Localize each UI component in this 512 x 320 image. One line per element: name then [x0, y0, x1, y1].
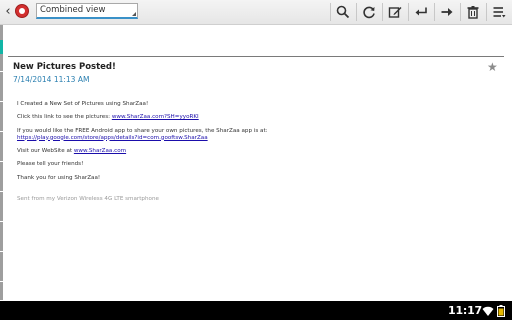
body-text: Click this link to see the pictures:	[17, 114, 112, 121]
wifi-icon	[482, 306, 494, 316]
message-body: I Created a New Set of Pictures using Sh…	[17, 101, 497, 209]
compose-button[interactable]	[384, 2, 406, 22]
toolbar-divider	[408, 3, 409, 21]
toolbar-divider	[460, 3, 461, 21]
refresh-button[interactable]	[358, 2, 380, 22]
list-divider	[0, 221, 3, 222]
action-bar: ‹ Combined view	[0, 0, 512, 25]
body-line: I Created a New Set of Pictures using Sh…	[17, 101, 149, 107]
forward-button[interactable]	[436, 2, 458, 22]
battery-icon	[497, 305, 505, 317]
list-divider	[0, 131, 3, 132]
body-line: Please tell your friends!	[17, 161, 84, 168]
toolbar-divider	[434, 3, 435, 21]
body-line: Thank you for using SharZaa!	[17, 174, 101, 181]
play-store-link[interactable]: https://play.google.com/store/apps/detai…	[17, 135, 208, 141]
list-divider	[0, 191, 3, 192]
body-text: Visit our WebSite at	[17, 147, 74, 154]
list-divider	[0, 251, 3, 252]
refresh-icon	[363, 6, 375, 19]
forward-icon	[441, 8, 453, 16]
pictures-link[interactable]: www.SharZaa.com?SH=yyoRKI	[112, 114, 199, 120]
compose-icon	[388, 7, 402, 18]
toolbar-divider	[330, 3, 331, 21]
toolbar-divider	[486, 3, 487, 21]
app-logo-icon[interactable]	[15, 4, 29, 18]
back-icon[interactable]: ‹	[2, 4, 14, 20]
header-divider	[8, 56, 504, 57]
search-icon	[336, 5, 350, 19]
star-icon[interactable]: ★	[487, 60, 498, 74]
list-divider	[0, 281, 3, 282]
reply-icon	[415, 7, 427, 16]
search-button[interactable]	[332, 2, 354, 22]
status-clock: 11:17	[448, 304, 483, 317]
body-line: Visit our WebSite at www.SharZaa.com	[17, 148, 497, 155]
message-date: 7/14/2014 11:13 AM	[13, 75, 90, 84]
view-select-value: Combined view	[40, 5, 106, 15]
list-divider	[0, 71, 3, 72]
delete-button[interactable]	[462, 2, 484, 22]
dropdown-triangle-icon	[132, 12, 136, 16]
website-link[interactable]: www.SharZaa.com	[74, 148, 126, 154]
system-status-bar: 11:17	[0, 301, 512, 320]
list-divider	[0, 161, 3, 162]
overflow-menu-icon	[493, 7, 506, 18]
message-subject: New Pictures Posted!	[13, 62, 116, 72]
body-line: Click this link to see the pictures: www…	[17, 114, 497, 121]
message-header-area	[3, 25, 512, 56]
body-line: If you would like the FREE Android app t…	[17, 127, 268, 134]
signature: Sent from my Verizon Wireless 4G LTE sma…	[17, 195, 159, 202]
toolbar-divider	[382, 3, 383, 21]
body-paragraph: If you would like the FREE Android app t…	[17, 128, 497, 142]
delete-icon	[467, 6, 479, 19]
list-divider	[0, 101, 3, 102]
view-select-dropdown[interactable]: Combined view	[36, 3, 138, 19]
toolbar-divider	[356, 3, 357, 21]
message-list-strip[interactable]	[0, 25, 3, 300]
overflow-menu-button[interactable]	[488, 2, 510, 22]
reply-button[interactable]	[410, 2, 432, 22]
